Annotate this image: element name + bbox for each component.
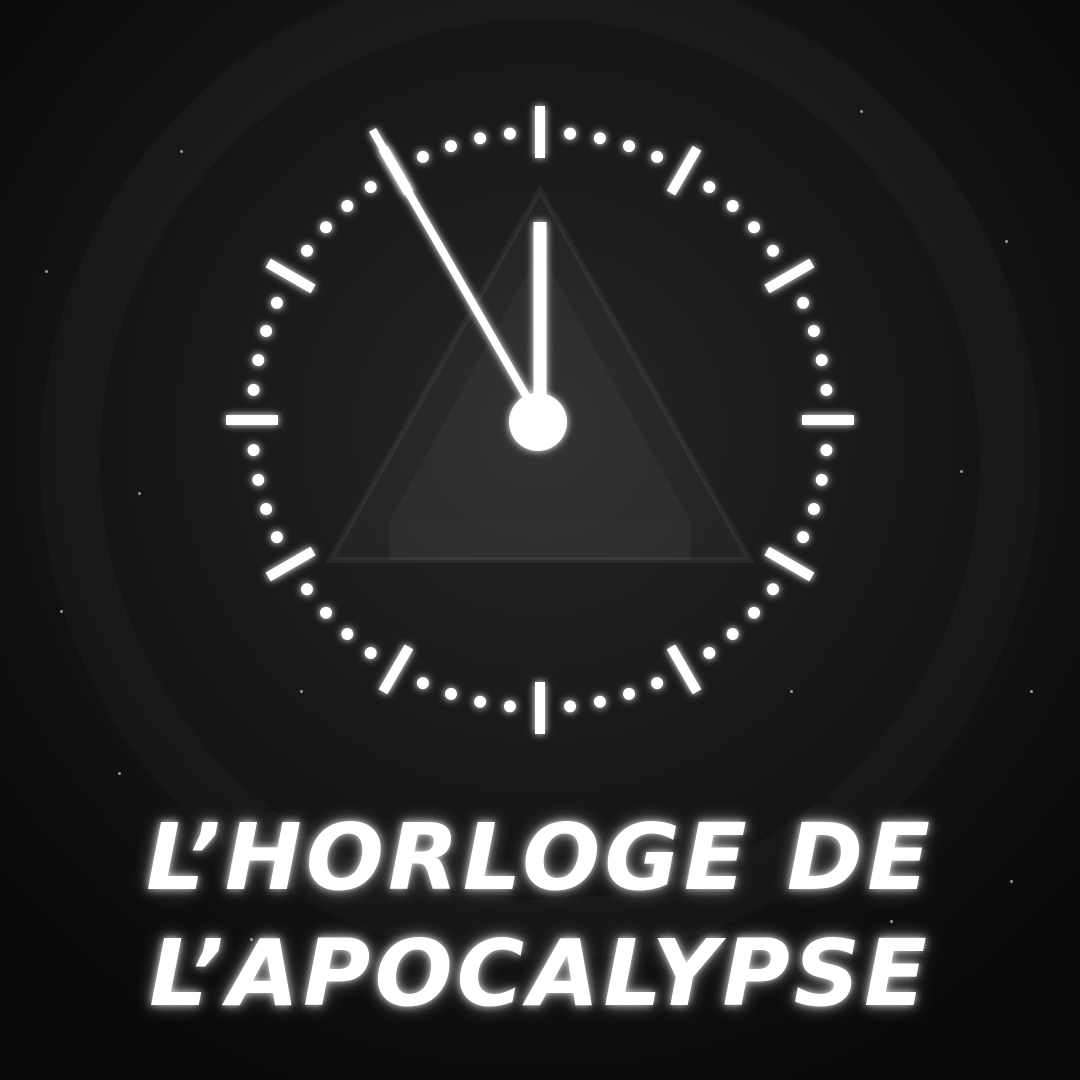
hour-tick — [666, 145, 702, 196]
minute-dot — [341, 200, 354, 212]
star — [1010, 880, 1013, 883]
clock-icon — [226, 106, 854, 734]
minute-dot — [252, 354, 265, 367]
star — [45, 270, 48, 273]
title-line-2: L’apocalypse — [149, 920, 931, 1027]
minute-dot — [767, 583, 779, 596]
hour-tick — [764, 546, 815, 582]
minute-dot — [252, 473, 265, 486]
minute-dot — [820, 383, 833, 396]
minute-dot — [503, 127, 516, 140]
minute-dot — [320, 221, 332, 234]
minute-dot — [820, 444, 833, 457]
minute-dot — [260, 503, 273, 515]
star — [790, 690, 793, 693]
star — [60, 610, 63, 613]
title-line-1: l’horloge de — [146, 804, 934, 911]
star — [300, 690, 303, 693]
star — [250, 938, 253, 941]
minute-dot — [270, 531, 283, 544]
minute-dot — [416, 150, 429, 163]
poster: l’horloge de L’apocalypse — [0, 0, 1080, 1080]
minute-dot — [748, 221, 760, 234]
minute-dot — [247, 444, 260, 457]
minute-dot — [364, 181, 377, 193]
star — [138, 492, 141, 495]
minute-dot — [474, 132, 487, 145]
star — [118, 772, 121, 775]
star — [860, 110, 863, 113]
minute-dot — [260, 325, 273, 337]
minute-dot — [593, 132, 606, 145]
minute-dot — [474, 695, 487, 708]
minute-hand — [369, 127, 544, 423]
minute-dot — [623, 687, 635, 700]
minute-dot — [301, 244, 313, 257]
minute-dot — [797, 531, 810, 544]
minute-dot — [726, 628, 739, 640]
minute-dot — [564, 127, 577, 140]
hour-tick — [265, 258, 316, 294]
minute-dot — [445, 140, 457, 153]
minute-dot — [503, 700, 516, 713]
star — [180, 150, 183, 153]
minute-dot — [703, 181, 716, 193]
star — [890, 920, 893, 923]
minute-dot — [807, 503, 820, 515]
minute-dot — [703, 647, 716, 659]
hour-tick — [764, 258, 815, 294]
minute-dot — [341, 628, 354, 640]
minute-dot — [726, 200, 739, 212]
star — [1030, 690, 1033, 693]
hour-tick — [666, 644, 702, 695]
star — [960, 470, 963, 473]
minute-dot — [301, 583, 313, 596]
minute-dot — [564, 700, 577, 713]
minute-dot — [247, 383, 260, 396]
minute-dot — [815, 354, 828, 367]
minute-dot — [651, 150, 664, 163]
minute-dot — [797, 296, 810, 309]
clock-hands — [369, 127, 567, 451]
minute-dot — [623, 140, 635, 153]
minute-dot — [807, 325, 820, 337]
minute-dot — [767, 244, 779, 257]
minute-dot — [364, 647, 377, 659]
minute-dot — [748, 606, 760, 619]
hour-tick — [265, 546, 316, 582]
minute-dot — [651, 677, 664, 690]
minute-dot — [815, 473, 828, 486]
minute-dot — [593, 695, 606, 708]
clock-center-hub — [509, 393, 567, 451]
star — [1005, 240, 1008, 243]
minute-dot — [416, 677, 429, 690]
minute-dot — [320, 606, 332, 619]
minute-dot — [270, 296, 283, 309]
hour-tick — [378, 644, 414, 695]
minute-dot — [445, 687, 457, 700]
